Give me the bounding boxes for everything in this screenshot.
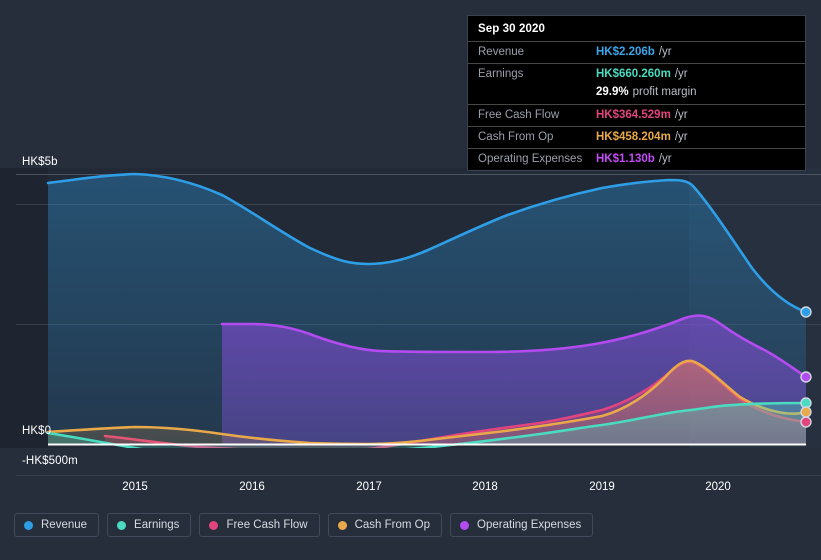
legend-item-cash-from-op[interactable]: Cash From Op xyxy=(327,513,443,537)
legend-label-free-cash-flow: Free Cash Flow xyxy=(226,519,308,531)
tooltip-row-profit-margin: 29.9% profit margin xyxy=(468,85,805,104)
tooltip-value-cash-from-op: HK$458.204m xyxy=(596,131,671,143)
x-axis-label-2017: 2017 xyxy=(356,481,382,493)
x-axis-label-2019: 2019 xyxy=(589,481,615,493)
legend-item-free-cash-flow[interactable]: Free Cash Flow xyxy=(199,513,320,537)
legend-dot-free-cash-flow-icon xyxy=(209,520,219,530)
legend-label-revenue: Revenue xyxy=(41,519,88,531)
tooltip-label-revenue: Revenue xyxy=(478,46,525,58)
chart-tooltip: Sep 30 2020 Revenue HK$2.206b /yr Earnin… xyxy=(467,15,806,171)
tooltip-unit-earnings: /yr xyxy=(674,68,688,80)
legend-item-revenue[interactable]: Revenue xyxy=(14,513,100,537)
legend-item-operating-expenses[interactable]: Operating Expenses xyxy=(450,513,594,537)
tooltip-unit-operating-expenses: /yr xyxy=(658,153,672,165)
x-axis-label-2018: 2018 xyxy=(472,481,498,493)
legend-label-operating-expenses: Operating Expenses xyxy=(477,519,582,531)
legend-label-cash-from-op: Cash From Op xyxy=(354,519,431,531)
tooltip-row-cash-from-op: Cash From Op HK$458.204m /yr xyxy=(468,126,805,148)
tooltip-unit-free-cash-flow: /yr xyxy=(674,109,688,121)
x-axis-label-2020: 2020 xyxy=(705,481,731,493)
x-axis-label-2015: 2015 xyxy=(122,481,148,493)
tooltip-label-cash-from-op: Cash From Op xyxy=(478,131,554,143)
tooltip-row-free-cash-flow: Free Cash Flow HK$364.529m /yr xyxy=(468,104,805,126)
legend-dot-cash-from-op-icon xyxy=(337,520,347,530)
tooltip-row-operating-expenses: Operating Expenses HK$1.130b /yr xyxy=(468,148,805,170)
legend-item-earnings[interactable]: Earnings xyxy=(107,513,192,537)
endpoint-operating-expenses xyxy=(800,371,812,383)
tooltip-date: Sep 30 2020 xyxy=(478,23,545,35)
tooltip-label-operating-expenses: Operating Expenses xyxy=(478,153,583,165)
endpoint-revenue xyxy=(800,306,812,318)
tooltip-value-operating-expenses: HK$1.130b xyxy=(596,153,655,165)
financial-chart-widget: HK$5b HK$0 -HK$500m 2015 2016 2017 2018 … xyxy=(0,0,821,560)
legend-label-earnings: Earnings xyxy=(134,519,180,531)
x-axis-label-2016: 2016 xyxy=(239,481,265,493)
tooltip-row-revenue: Revenue HK$2.206b /yr xyxy=(468,41,805,63)
tooltip-value-profit-margin: 29.9% xyxy=(596,86,629,98)
tooltip-text-profit-margin: profit margin xyxy=(632,86,697,98)
endpoint-free-cash-flow xyxy=(800,416,812,428)
tooltip-value-earnings: HK$660.260m xyxy=(596,68,671,80)
legend-dot-revenue-icon xyxy=(24,520,33,530)
tooltip-label-earnings: Earnings xyxy=(478,68,524,80)
legend-dot-operating-expenses-icon xyxy=(460,520,470,530)
tooltip-value-free-cash-flow: HK$364.529m xyxy=(596,109,671,121)
tooltip-unit-cash-from-op: /yr xyxy=(674,131,688,143)
tooltip-row-earnings: Earnings HK$660.260m /yr xyxy=(468,63,805,85)
tooltip-label-free-cash-flow: Free Cash Flow xyxy=(478,109,560,121)
legend-dot-earnings-icon xyxy=(117,520,127,530)
tooltip-unit-revenue: /yr xyxy=(658,46,672,58)
endpoint-cash-from-op xyxy=(800,406,812,418)
chart-legend: Revenue Earnings Free Cash Flow Cash Fro… xyxy=(14,513,594,537)
tooltip-value-revenue: HK$2.206b xyxy=(596,46,655,58)
